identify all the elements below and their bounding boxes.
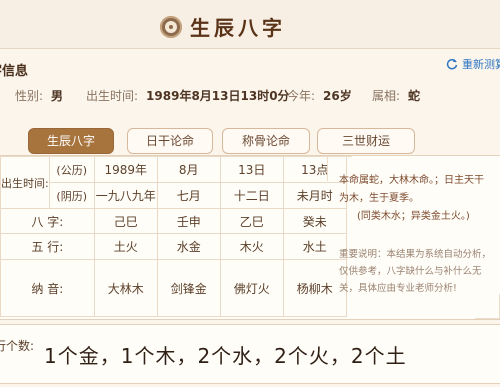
age-label: 今年: — [287, 89, 316, 103]
gender-value: 男 — [51, 89, 64, 103]
bazi-label: 八 字: — [0, 208, 95, 234]
fate-summary-line: 本命属蛇，大林木命。；日主天干为木，生于夏季。 — [339, 175, 484, 204]
lunar-label: (阴历) — [48, 182, 95, 209]
table-row: (阴历) 一九八九年 七月 十二日 未月时 — [1, 182, 347, 209]
table-cell: 癸未 — [282, 208, 347, 234]
nayin-label: 纳 音: — [0, 259, 95, 317]
taiji-icon — [160, 15, 182, 38]
table-cell: 一九八九年 — [93, 182, 158, 209]
tab-bazi[interactable]: 生辰八字 — [28, 128, 114, 154]
zodiac-field: 属相: 蛇 — [372, 87, 420, 104]
table-cell: 1989年 — [93, 156, 158, 183]
table-cell: 佛灯火 — [219, 259, 284, 317]
zodiac-value: 蛇 — [408, 89, 421, 103]
wuxing-label: 五 行: — [0, 233, 95, 260]
table-row: 纳 音: 大林木 剑锋金 佛灯火 杨柳木 — [0, 259, 347, 317]
table-row: 五 行: 土火 水金 木火 水土 — [0, 233, 347, 260]
bazi-panel: 出生时间: (公历) 1989年 8月 13日 13点 (阴历) 一九八九年 七… — [0, 155, 500, 320]
table-cell: 十二日 — [219, 182, 284, 209]
table-cell: 未月时 — [282, 182, 347, 209]
wuxing-count-label: 五行个数: — [0, 339, 35, 353]
age-value: 26岁 — [323, 89, 352, 103]
gender-label: 性别: — [15, 89, 44, 103]
header-title-group: 生辰八字 — [160, 12, 286, 41]
table-cell: 大林木 — [93, 259, 158, 317]
table-cell: 乙巳 — [219, 208, 284, 234]
table-cell: 13日 — [219, 156, 284, 183]
table-cell: 剑锋金 — [156, 259, 221, 317]
table-cell: 水土 — [282, 233, 347, 260]
wuxing-count-box: 五行个数: 1个金，1个木，2个水，2个火，2个土 — [0, 324, 500, 384]
refresh-icon — [446, 58, 458, 70]
tab-sanshi[interactable]: 三世财运 — [317, 128, 415, 154]
age-field: 今年: 26岁 — [287, 87, 352, 104]
tab-rigan[interactable]: 日干论命 — [127, 128, 213, 154]
birth-value: 1989年8月13日13时0分 — [146, 89, 290, 103]
table-cell: 己巳 — [93, 208, 158, 234]
app-header: 生辰八字 — [0, 0, 500, 49]
fate-summary: 本命属蛇，大林木命。；日主天干为木，生于夏季。 (同类木水；异类金土火。) — [339, 172, 493, 226]
table-cell: 水金 — [156, 233, 221, 260]
fate-summary-line: (同类木水；异类金土火。) — [357, 211, 470, 222]
birth-time-label: 出生时间: — [0, 156, 50, 209]
table-cell: 8月 — [156, 156, 221, 183]
table-cell: 土火 — [93, 233, 158, 260]
solar-label: (公历) — [48, 156, 95, 183]
section-title: 八字信息 — [0, 64, 29, 79]
refresh-label: 重新测算 — [462, 58, 500, 71]
wuxing-count-value: 1个金，1个木，2个水，2个火，2个土 — [44, 344, 407, 368]
gender-field: 性别: 男 — [15, 87, 63, 104]
decorative-corner — [475, 294, 500, 319]
birth-field: 出生时间: 1989年8月13日13时0分 — [86, 87, 290, 104]
bazi-table: 出生时间: (公历) 1989年 8月 13日 13点 (阴历) 一九八九年 七… — [0, 156, 347, 317]
table-cell: 木火 — [219, 233, 284, 260]
page-title: 生辰八字 — [190, 16, 286, 40]
table-cell: 壬申 — [156, 208, 221, 234]
table-row: 出生时间: (公历) 1989年 8月 13日 13点 — [0, 156, 347, 209]
table-row: 八 字: 己巳 壬申 乙巳 癸未 — [0, 208, 347, 234]
disclaimer-text: 重要说明：本结果为系统自动分析，仅供参考，八字缺什么与补什么无关，具体应由专业老… — [339, 249, 492, 294]
tab-chenggu[interactable]: 称骨论命 — [222, 128, 310, 154]
table-cell: 七月 — [156, 182, 221, 209]
birth-label: 出生时间: — [86, 89, 139, 103]
table-cell: 杨柳木 — [282, 259, 347, 317]
zodiac-label: 属相: — [372, 89, 401, 103]
refresh-button[interactable]: 重新测算 — [446, 56, 500, 72]
